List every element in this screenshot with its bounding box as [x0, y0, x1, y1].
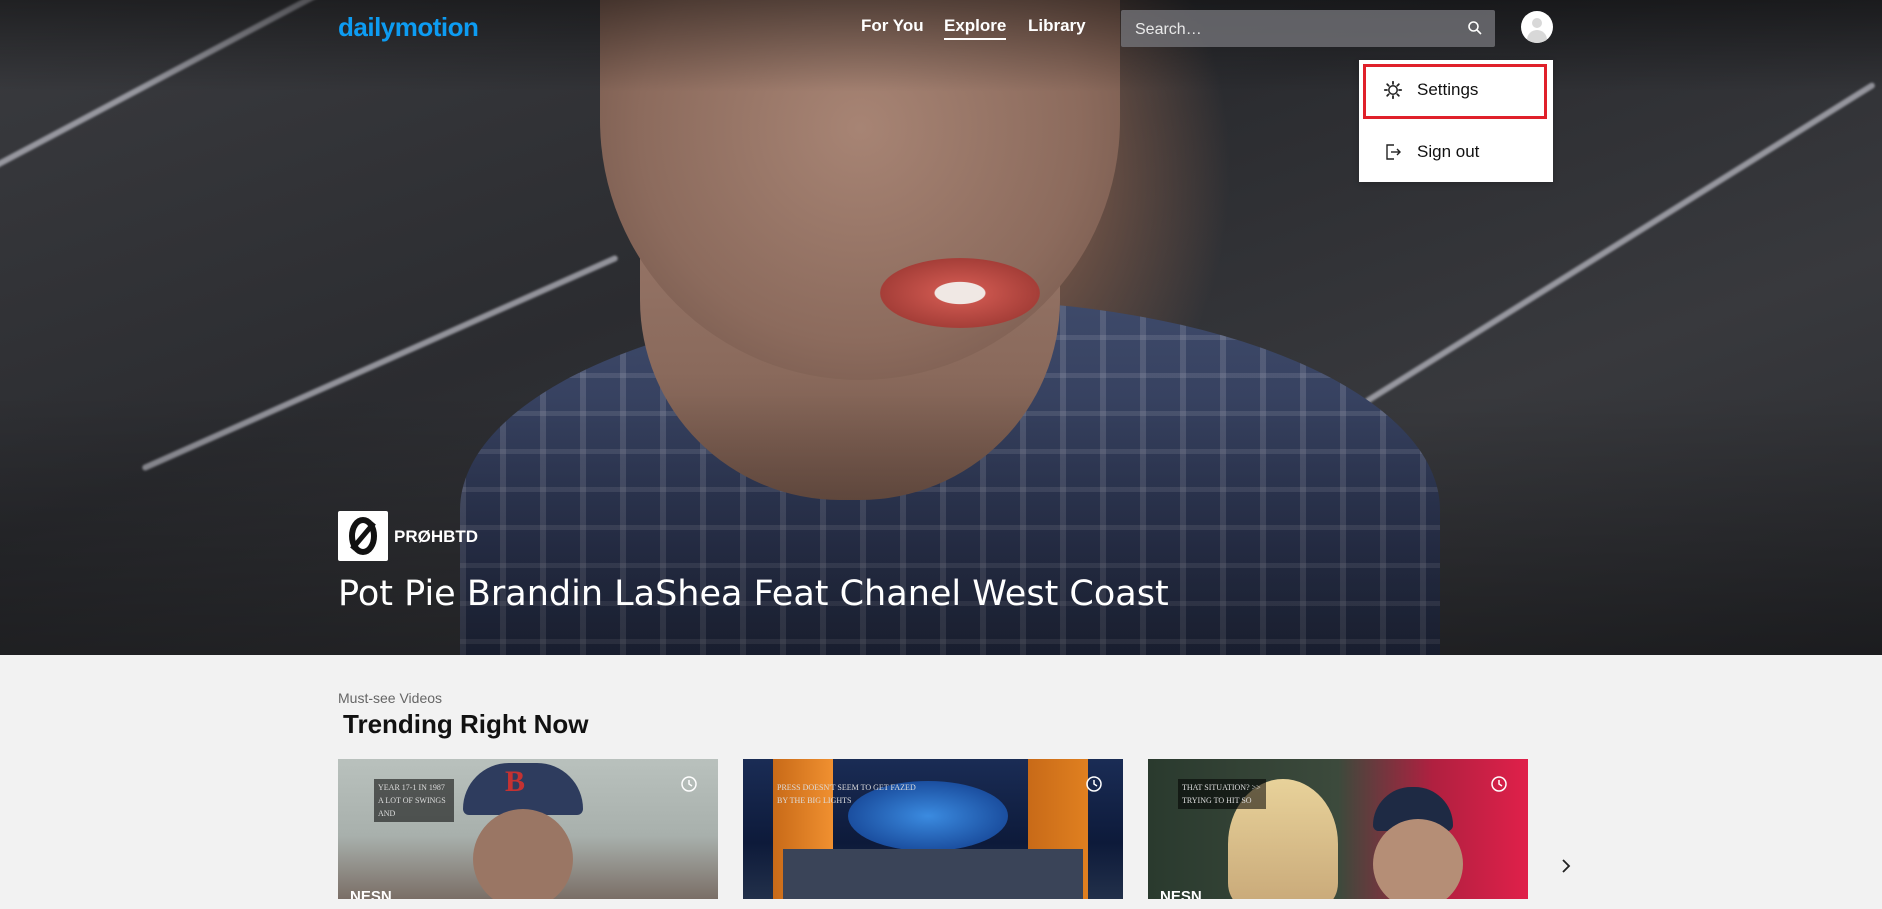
caption-overlay: THAT SITUATION? >> TRYING TO HIT SO	[1178, 779, 1266, 809]
nav-explore[interactable]: Explore	[944, 16, 1007, 40]
channel-tag: NESN	[350, 888, 392, 899]
channel-tag: NESN	[1160, 888, 1202, 899]
face-shape	[473, 809, 573, 899]
video-card[interactable]: B YEAR 17-1 IN 1987 A LOT OF SWINGS AND …	[338, 759, 718, 899]
nav-library[interactable]: Library	[1028, 16, 1086, 36]
channel-name[interactable]: PRØHBTD	[394, 527, 478, 547]
cap-logo: B	[505, 765, 526, 798]
hero-gradient-overlay	[0, 0, 1882, 655]
nav-for-you[interactable]: For You	[861, 16, 924, 36]
search-box[interactable]	[1121, 10, 1495, 49]
avatar-body	[1527, 30, 1547, 43]
video-card[interactable]: THAT SITUATION? >> TRYING TO HIT SO NESN	[1148, 759, 1528, 899]
gear-icon	[1383, 80, 1403, 100]
video-card[interactable]: PRESS DOESN'T SEEM TO GET FAZED BY THE B…	[743, 759, 1123, 899]
menu-item-settings[interactable]: Settings	[1359, 64, 1553, 116]
desk-shape	[783, 849, 1083, 899]
sign-out-icon	[1386, 144, 1401, 160]
account-dropdown-menu: Settings Sign out	[1359, 60, 1553, 182]
menu-item-sign-out-label: Sign out	[1417, 142, 1480, 161]
menu-item-sign-out[interactable]: Sign out	[1359, 126, 1553, 178]
section-subtitle: Must-see Videos	[338, 690, 443, 706]
search-input[interactable]	[1133, 10, 1457, 49]
user-avatar-icon[interactable]	[1521, 11, 1553, 43]
prohbtd-logo-icon	[349, 517, 377, 555]
player-face	[1373, 819, 1463, 899]
clock-icon[interactable]	[680, 775, 698, 793]
dailymotion-logo[interactable]: dailymotion	[338, 12, 479, 43]
avatar-head	[1532, 18, 1542, 28]
hero-banner[interactable]	[0, 0, 1882, 655]
caption-overlay: PRESS DOESN'T SEEM TO GET FAZED BY THE B…	[777, 783, 916, 805]
clock-icon[interactable]	[1085, 775, 1103, 793]
chevron-right-icon[interactable]	[1558, 858, 1574, 874]
caption-overlay: YEAR 17-1 IN 1987 A LOT OF SWINGS AND	[374, 779, 454, 822]
clock-icon[interactable]	[1490, 775, 1508, 793]
search-icon[interactable]	[1467, 20, 1483, 36]
menu-item-settings-label: Settings	[1417, 80, 1479, 99]
hero-video-title[interactable]: Pot Pie Brandin LaShea Feat Chanel West …	[338, 574, 1169, 614]
section-title: Trending Right Now	[343, 709, 589, 739]
channel-logo[interactable]	[338, 511, 388, 561]
